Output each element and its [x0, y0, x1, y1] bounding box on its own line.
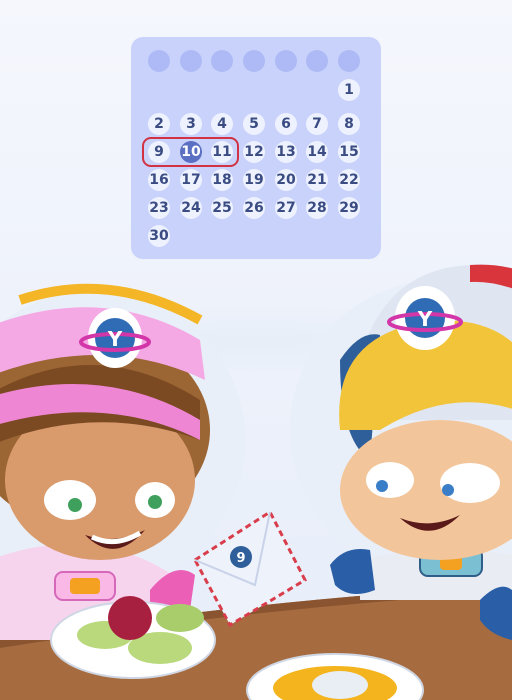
- girl-astronaut: Y: [0, 283, 245, 640]
- boy-helmet-emblem: Y: [417, 307, 433, 331]
- girl-helmet-emblem: Y: [107, 327, 123, 351]
- boy-astronaut: Y: [290, 264, 512, 640]
- envelope-number: 9: [236, 551, 245, 566]
- astronaut-scene: Y Y 9: [0, 264, 512, 700]
